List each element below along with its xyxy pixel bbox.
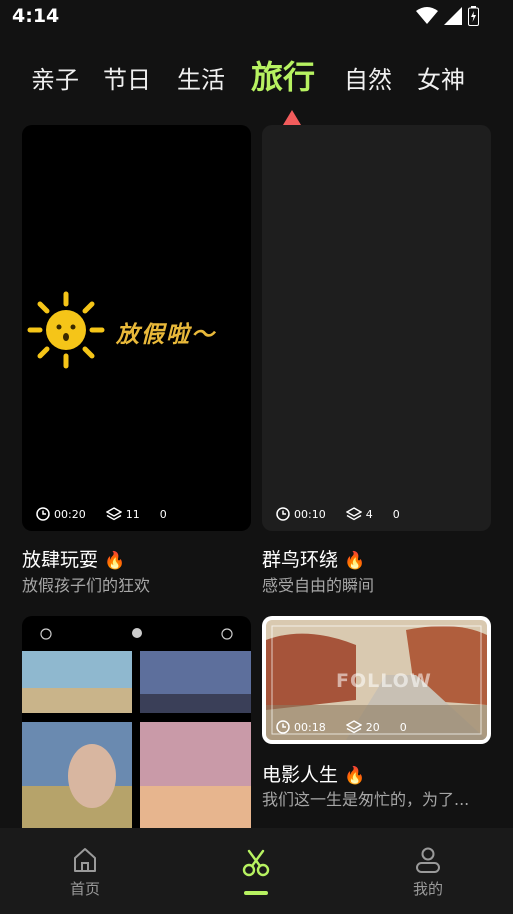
category-tabs: 亲子 节日 生活 旅行 自然 女神 (0, 52, 513, 100)
card-title-text: 群鸟环绕 (262, 549, 339, 571)
nav-home-label: 首页 (69, 880, 100, 898)
profile-icon (416, 847, 440, 873)
card-title-text: 放肆玩耍 (22, 549, 99, 571)
battery-icon (468, 6, 479, 26)
nav-profile-label: 我的 (412, 880, 443, 898)
nav-active-indicator (244, 891, 268, 895)
card-meta: 00:20 11 0 (36, 507, 167, 521)
tab-festival[interactable]: 节日 (103, 60, 151, 95)
use-count: 0 (399, 720, 407, 734)
clock-icon (276, 720, 290, 734)
fire-icon: 🔥 (344, 766, 366, 786)
layers-count: 11 (125, 507, 140, 521)
layers-icon (105, 507, 122, 521)
clock-icon (36, 507, 50, 521)
layers-icon (345, 720, 362, 734)
template-card-thumbnail[interactable]: FOLLOW 00:18 20 0 (262, 616, 491, 744)
card-title[interactable]: 群鸟环绕 🔥 (262, 545, 365, 572)
tab-goddess[interactable]: 女神 (417, 60, 465, 95)
tab-life[interactable]: 生活 (177, 60, 225, 95)
home-icon (74, 848, 96, 872)
layers-count: 20 (365, 720, 380, 734)
sun-icon (27, 291, 105, 369)
layers-icon (345, 507, 362, 521)
fire-icon: 🔥 (104, 551, 126, 571)
status-icons (416, 6, 479, 26)
tab-nature[interactable]: 自然 (344, 60, 392, 95)
card-subtitle: 放假孩子们的狂欢 (22, 576, 151, 595)
status-time: 4:14 (12, 5, 60, 27)
template-card-thumbnail[interactable]: 放假啦～ 00:20 11 0 (22, 125, 251, 531)
nav-create[interactable] (226, 848, 286, 882)
duration-label: 00:20 (54, 507, 86, 521)
scissors-icon (242, 849, 270, 877)
fire-icon: 🔥 (344, 551, 366, 571)
use-count: 0 (392, 507, 400, 521)
signal-icon (444, 7, 462, 25)
duration-label: 00:10 (294, 507, 326, 521)
wifi-icon (416, 7, 438, 24)
nav-home[interactable]: 首页 (55, 846, 115, 899)
template-card-thumbnail[interactable]: 00:10 4 0 (262, 125, 491, 531)
template-photo-collage (22, 628, 251, 846)
use-count: 0 (159, 507, 167, 521)
nav-profile[interactable]: 我的 (398, 846, 458, 899)
card-title[interactable]: 电影人生 🔥 (262, 760, 365, 787)
tab-parent-child[interactable]: 亲子 (31, 60, 79, 95)
card-subtitle: 感受自由的瞬间 (262, 576, 375, 595)
clock-icon (276, 507, 290, 521)
thumbnail-caption: 放假啦～ (116, 322, 216, 348)
card-meta: 00:18 20 0 (276, 720, 407, 734)
card-title[interactable]: 放肆玩耍 🔥 (22, 545, 125, 572)
thumbnail-caption: FOLLOW (336, 670, 432, 692)
status-bar: 4:14 (0, 0, 513, 34)
card-title-text: 电影人生 (262, 764, 339, 786)
bottom-navigation: 首页 我的 (0, 828, 513, 914)
layers-count: 4 (365, 507, 373, 521)
duration-label: 00:18 (294, 720, 326, 734)
tab-travel[interactable]: 旅行 (251, 52, 315, 98)
template-card-thumbnail[interactable] (22, 616, 251, 846)
card-meta: 00:10 4 0 (276, 507, 400, 521)
card-subtitle: 我们这一生是匆忙的，为了... (262, 790, 470, 809)
